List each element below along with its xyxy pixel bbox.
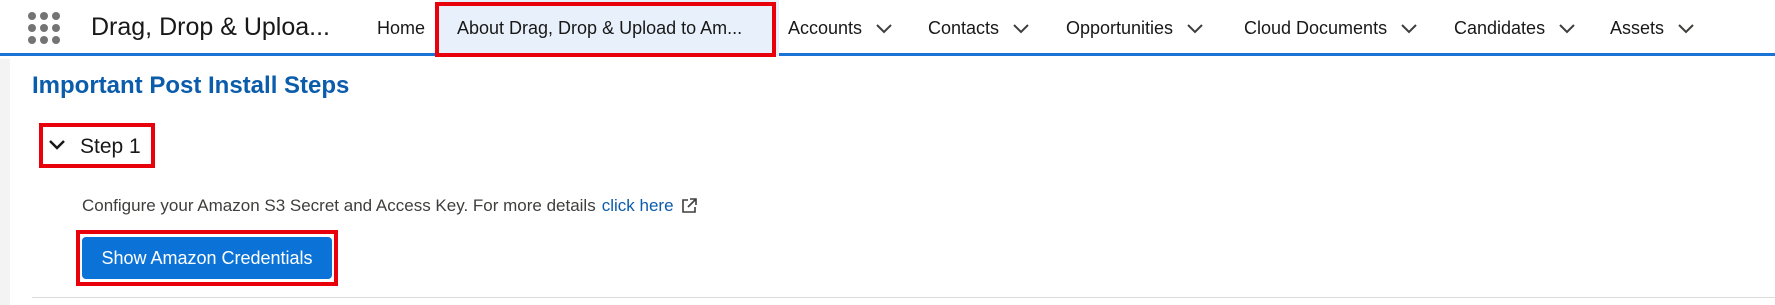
step-description: Configure your Amazon S3 Secret and Acce… [82,196,698,216]
chevron-down-icon[interactable] [1559,18,1575,39]
external-link-icon[interactable] [680,197,698,215]
chevron-down-icon[interactable] [1401,18,1417,39]
nav-tab-opportunities[interactable]: Opportunities [1066,0,1203,56]
global-navigation-bar: Drag, Drop & Uploa... Home About Drag, D… [0,0,1775,56]
nav-tab-about-label: About Drag, Drop & Upload to Am... [457,17,743,38]
nav-tab-assets[interactable]: Assets [1610,0,1694,56]
nav-tab-contacts[interactable]: Contacts [928,0,1029,56]
nav-tab-cloud-documents[interactable]: Cloud Documents [1244,0,1417,56]
nav-tab-label: Candidates [1454,17,1546,38]
chevron-down-icon[interactable] [1678,18,1694,39]
nav-tab-label: Accounts [788,17,863,38]
step-label: Step 1 [80,135,141,158]
nav-tab-accounts[interactable]: Accounts [788,0,892,56]
show-amazon-credentials-button[interactable]: Show Amazon Credentials [82,237,332,279]
chevron-down-icon[interactable] [1013,18,1029,39]
app-launcher-icon[interactable] [28,12,62,46]
nav-tab-label: Opportunities [1066,17,1174,38]
step-1-toggle[interactable]: Step 1 [48,135,141,159]
app-name: Drag, Drop & Uploa... [91,13,330,41]
chevron-down-icon[interactable] [876,18,892,39]
chevron-down-icon[interactable] [1187,18,1203,39]
nav-tab-home[interactable]: Home [377,0,425,56]
nav-tab-candidates[interactable]: Candidates [1454,0,1575,56]
nav-tab-about[interactable]: About Drag, Drop & Upload to Am... [439,0,779,56]
click-here-link[interactable]: click here [602,196,674,216]
step-description-text: Configure your Amazon S3 Secret and Acce… [82,196,596,215]
nav-tab-label: Contacts [928,17,1000,38]
page-title: Important Post Install Steps [32,72,350,99]
section-divider [32,297,1775,298]
nav-tab-label: Cloud Documents [1244,17,1388,38]
chevron-down-icon [48,138,66,156]
nav-tab-label: Assets [1610,17,1665,38]
